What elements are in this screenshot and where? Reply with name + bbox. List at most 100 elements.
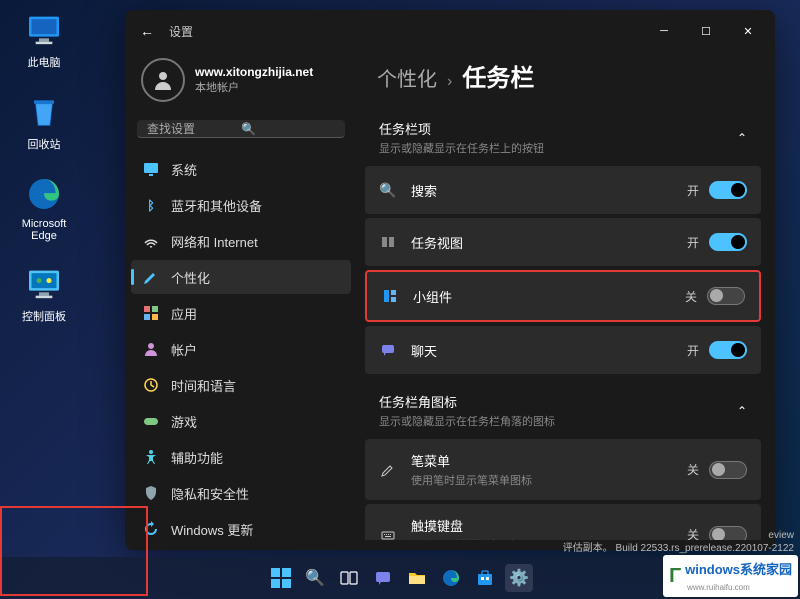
sidebar-item-label: 辅助功能	[171, 448, 223, 467]
chevron-up-icon: ⌃	[737, 404, 747, 418]
section-header[interactable]: 任务栏角图标 显示或隐藏显示在任务栏角落的图标 ⌃	[365, 382, 761, 439]
start-button[interactable]	[267, 564, 295, 592]
sidebar-item-apps[interactable]: 应用	[131, 296, 351, 330]
desktop-icon-label: 此电脑	[28, 54, 61, 70]
search-input[interactable]: 查找设置 🔍	[137, 120, 345, 138]
sidebar-item-label: Windows 更新	[171, 520, 253, 539]
content-scroll[interactable]: 任务栏项 显示或隐藏显示在任务栏上的按钮 ⌃ 🔍搜索开任务视图开小组件关聊天开 …	[365, 109, 761, 540]
setting-row: 聊天开	[365, 326, 761, 374]
account-header[interactable]: www.xitongzhijia.net 本地帐户	[131, 52, 351, 114]
pen-icon	[379, 461, 397, 479]
annotation-red-box	[0, 506, 148, 596]
recycle-icon	[24, 92, 64, 132]
control-panel-icon	[24, 264, 64, 304]
sidebar-item-privacy[interactable]: 隐私和安全性	[131, 476, 351, 510]
main-panel: 个性化 › 任务栏 任务栏项 显示或隐藏显示在任务栏上的按钮 ⌃ 🔍搜索开任务视…	[357, 52, 775, 550]
section-subtitle: 显示或隐藏显示在任务栏角落的图标	[379, 413, 737, 429]
desktop-icons: 此电脑 回收站 Microsoft Edge 控制面板	[8, 10, 80, 324]
widgets-icon	[381, 287, 399, 305]
apps-icon	[143, 305, 159, 321]
row-label: 聊天	[411, 341, 687, 360]
taskbar-edge-icon[interactable]	[437, 564, 465, 592]
section-corner-icons: 任务栏角图标 显示或隐藏显示在任务栏角落的图标 ⌃ 笔菜单使用笔时显示笔菜单图标…	[365, 382, 761, 540]
chevron-right-icon: ›	[447, 73, 452, 91]
site-watermark: Γ windows系统家园 www.ruihaifu.com	[663, 555, 798, 597]
desktop-icon-pc[interactable]: 此电脑	[8, 10, 80, 70]
account-name: www.xitongzhijia.net	[195, 65, 313, 79]
sidebar-item-network[interactable]: 网络和 Internet	[131, 224, 351, 258]
toggle-state-label: 关	[687, 461, 699, 478]
sidebar-item-label: 系统	[171, 160, 197, 179]
avatar	[141, 58, 185, 102]
taskbar-taskview-icon[interactable]	[335, 564, 363, 592]
toggle-state-label: 开	[687, 342, 699, 359]
desktop-icon-control[interactable]: 控制面板	[8, 264, 80, 324]
section-title: 任务栏项	[379, 119, 737, 138]
toggle-switch[interactable]	[709, 341, 747, 359]
desktop-icon-recycle[interactable]: 回收站	[8, 92, 80, 152]
taskbar-store-icon[interactable]	[471, 564, 499, 592]
breadcrumb: 个性化 › 任务栏	[365, 58, 761, 93]
keyboard-icon	[379, 526, 397, 541]
setting-row: 🔍搜索开	[365, 166, 761, 214]
search-icon: 🔍	[241, 122, 335, 136]
breadcrumb-parent[interactable]: 个性化	[377, 63, 437, 92]
sidebar: www.xitongzhijia.net 本地帐户 查找设置 🔍 系统 ᛒ 蓝牙和其…	[125, 52, 357, 550]
pc-icon	[24, 10, 64, 50]
toggle-switch[interactable]	[709, 181, 747, 199]
window-controls: ─ ☐ ✕	[643, 15, 769, 47]
taskbar-search-icon[interactable]: 🔍	[301, 564, 329, 592]
window-title: 设置	[169, 23, 193, 40]
desktop-icon-label: 回收站	[28, 136, 61, 152]
section-header[interactable]: 任务栏项 显示或隐藏显示在任务栏上的按钮 ⌃	[365, 109, 761, 166]
sidebar-item-time[interactable]: 时间和语言	[131, 368, 351, 402]
toggle-switch[interactable]	[707, 287, 745, 305]
row-label: 小组件	[413, 287, 685, 306]
maximize-button[interactable]: ☐	[685, 15, 727, 47]
sidebar-item-accessibility[interactable]: 辅助功能	[131, 440, 351, 474]
sidebar-item-system[interactable]: 系统	[131, 152, 351, 186]
sidebar-item-bluetooth[interactable]: ᛒ 蓝牙和其他设备	[131, 188, 351, 222]
minimize-button[interactable]: ─	[643, 15, 685, 47]
back-button[interactable]: ←	[131, 15, 163, 47]
watermark-logo-icon: Γ	[669, 565, 681, 588]
row-label: 任务视图	[411, 233, 687, 252]
search-placeholder: 查找设置	[147, 120, 241, 137]
sidebar-item-personalize[interactable]: 个性化	[131, 260, 351, 294]
desktop-icon-label: Microsoft Edge	[8, 218, 80, 242]
taskbar-center: 🔍 ⚙️	[267, 564, 533, 592]
sidebar-item-gaming[interactable]: 游戏	[131, 404, 351, 438]
accessibility-icon	[143, 449, 159, 465]
toggle-switch[interactable]	[709, 233, 747, 251]
section-subtitle: 显示或隐藏显示在任务栏上的按钮	[379, 140, 737, 156]
sidebar-item-accounts[interactable]: 帐户	[131, 332, 351, 366]
section-taskbar-items: 任务栏项 显示或隐藏显示在任务栏上的按钮 ⌃ 🔍搜索开任务视图开小组件关聊天开	[365, 109, 761, 374]
sidebar-item-update[interactable]: Windows 更新	[131, 512, 351, 546]
taskbar-settings-icon[interactable]: ⚙️	[505, 564, 533, 592]
chat-icon	[379, 341, 397, 359]
toggle-state-label: 开	[687, 234, 699, 251]
sidebar-item-label: 蓝牙和其他设备	[171, 196, 262, 215]
accounts-icon	[143, 341, 159, 357]
toggle-switch[interactable]	[709, 461, 747, 479]
taskbar-explorer-icon[interactable]	[403, 564, 431, 592]
row-label: 搜索	[411, 181, 687, 200]
taskview-icon	[379, 233, 397, 251]
time-icon	[143, 377, 159, 393]
toggle-state-label: 开	[687, 182, 699, 199]
row-label: 笔菜单使用笔时显示笔菜单图标	[411, 451, 687, 488]
account-type: 本地帐户	[195, 79, 313, 95]
taskbar-chat-icon[interactable]	[369, 564, 397, 592]
close-button[interactable]: ✕	[727, 15, 769, 47]
gaming-icon	[143, 413, 159, 429]
sidebar-item-label: 应用	[171, 304, 197, 323]
personalize-icon	[143, 269, 159, 285]
network-icon	[143, 233, 159, 249]
system-icon	[143, 161, 159, 177]
sidebar-item-label: 游戏	[171, 412, 197, 431]
bluetooth-icon: ᛒ	[143, 197, 159, 213]
toggle-state-label: 关	[685, 288, 697, 305]
titlebar: ← 设置 ─ ☐ ✕	[125, 10, 775, 52]
desktop-icon-edge[interactable]: Microsoft Edge	[8, 174, 80, 242]
sidebar-item-label: 网络和 Internet	[171, 232, 258, 251]
